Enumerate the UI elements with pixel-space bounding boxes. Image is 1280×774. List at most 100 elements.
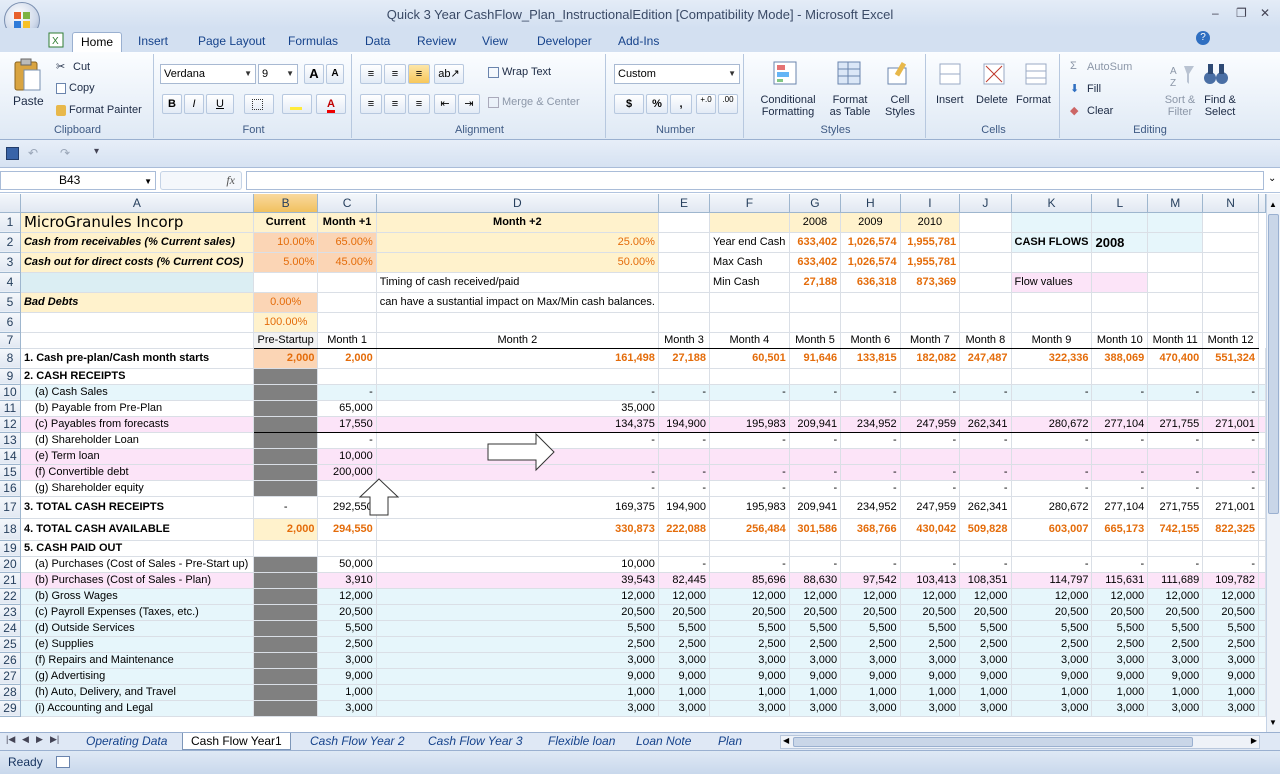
- sort-filter-button[interactable]: Sort & Filter: [1162, 94, 1198, 118]
- value-cell[interactable]: 108,351: [959, 572, 1012, 589]
- format-cells-icon[interactable]: [1022, 60, 1050, 88]
- value-cell[interactable]: 35,000: [376, 400, 659, 417]
- month-header-cell[interactable]: Month 2: [376, 332, 659, 349]
- value-cell[interactable]: [709, 540, 790, 557]
- cell[interactable]: [1258, 400, 1266, 417]
- value-cell[interactable]: 20,500: [1202, 604, 1259, 621]
- fill-button[interactable]: ⬇ Fill: [1070, 82, 1101, 96]
- row-header[interactable]: 6: [0, 312, 21, 333]
- value-cell[interactable]: 271,755: [1147, 415, 1204, 433]
- value-cell[interactable]: 20,500: [709, 604, 790, 621]
- value-cell[interactable]: 1,000: [376, 684, 659, 701]
- row-label-cell[interactable]: (f) Repairs and Maintenance: [20, 652, 254, 669]
- restore-button[interactable]: ❐: [1236, 6, 1247, 20]
- value-cell[interactable]: 2,500: [317, 636, 377, 653]
- value-cell[interactable]: -: [1091, 480, 1149, 497]
- value-cell[interactable]: 1,000: [1202, 684, 1259, 701]
- value-cell[interactable]: 12,000: [840, 588, 901, 605]
- value-cell[interactable]: -: [959, 432, 1012, 449]
- cell-styles-button[interactable]: Cell Styles: [880, 94, 920, 118]
- find-select-button[interactable]: Find & Select: [1202, 94, 1238, 118]
- value-cell[interactable]: 1,000: [789, 684, 842, 701]
- value-cell[interactable]: 3,000: [376, 652, 659, 669]
- value-cell[interactable]: 301,586: [789, 518, 842, 541]
- italic-button[interactable]: I: [184, 94, 204, 114]
- value-cell[interactable]: [658, 448, 711, 465]
- copy-button[interactable]: Copy: [56, 82, 95, 94]
- value-cell[interactable]: 1,000: [1147, 684, 1204, 701]
- value-cell[interactable]: 9,000: [900, 668, 961, 685]
- value-cell[interactable]: 3,000: [709, 652, 790, 669]
- value-cell[interactable]: -: [1011, 480, 1093, 497]
- format-as-table-icon[interactable]: [836, 60, 864, 88]
- value-cell[interactable]: -: [1091, 384, 1149, 401]
- sheet-tab-operating-data[interactable]: Operating Data: [78, 733, 175, 750]
- timing-note-cell[interactable]: Timing of cash received/paid: [376, 272, 659, 293]
- value-cell[interactable]: 12,000: [789, 588, 842, 605]
- value-cell[interactable]: 9,000: [1147, 668, 1204, 685]
- row-label-cell[interactable]: 1. Cash pre-plan/Cash month starts: [20, 348, 254, 369]
- cell[interactable]: [1258, 384, 1266, 401]
- value-cell[interactable]: -: [789, 464, 842, 481]
- value-cell[interactable]: -: [1011, 384, 1093, 401]
- cell[interactable]: [1202, 272, 1259, 293]
- value-cell[interactable]: -: [1147, 556, 1204, 573]
- value-cell[interactable]: 271,001: [1202, 415, 1259, 433]
- value-cell[interactable]: -: [1202, 464, 1259, 481]
- value-cell[interactable]: 256,484: [709, 518, 790, 541]
- worksheet-grid[interactable]: A B C D E F G H I J K L M N 1 MicroGranules Incorp Curre…: [0, 194, 1266, 732]
- value-cell[interactable]: -: [1011, 556, 1093, 573]
- paste-icon[interactable]: [12, 58, 42, 92]
- comma-button[interactable]: ,: [670, 94, 692, 114]
- month-header-cell[interactable]: Month 11: [1147, 332, 1204, 349]
- column-header[interactable]: A: [20, 194, 254, 213]
- underline-button[interactable]: U: [206, 94, 234, 114]
- value-cell[interactable]: 3,000: [376, 700, 659, 717]
- value-cell[interactable]: 3,000: [900, 652, 961, 669]
- row-label-cell[interactable]: (e) Supplies: [20, 636, 254, 653]
- cell[interactable]: [959, 312, 1012, 333]
- value-cell[interactable]: [253, 652, 319, 669]
- row-label-cell[interactable]: 2. CASH RECEIPTS: [20, 368, 254, 385]
- cell[interactable]: [658, 232, 711, 253]
- value-cell[interactable]: 9,000: [1011, 668, 1093, 685]
- column-header[interactable]: M: [1147, 194, 1204, 213]
- value-cell[interactable]: [253, 432, 319, 449]
- value-cell[interactable]: -: [709, 480, 790, 497]
- value-cell[interactable]: 3,910: [317, 572, 377, 589]
- value-cell[interactable]: 2,000: [253, 518, 319, 541]
- tab-view[interactable]: View: [474, 32, 516, 52]
- value-cell[interactable]: -: [840, 464, 901, 481]
- value-cell[interactable]: 133,815: [840, 348, 901, 369]
- value-cell[interactable]: 17,550: [317, 415, 377, 433]
- value-cell[interactable]: 2,500: [658, 636, 711, 653]
- row-header[interactable]: 10: [0, 384, 21, 401]
- cell[interactable]: [658, 212, 711, 233]
- cell[interactable]: [1258, 518, 1266, 541]
- month-header-cell[interactable]: Pre-Startup: [253, 332, 319, 349]
- value-cell[interactable]: [1091, 368, 1149, 385]
- cell[interactable]: [1258, 496, 1266, 519]
- value-cell[interactable]: 470,400: [1147, 348, 1204, 369]
- value-cell[interactable]: 5,500: [1091, 620, 1149, 637]
- row-label-cell[interactable]: (g) Advertising: [20, 668, 254, 685]
- binoculars-icon[interactable]: [1202, 60, 1230, 88]
- value-cell[interactable]: [1147, 448, 1204, 465]
- value-cell[interactable]: 234,952: [840, 415, 901, 433]
- align-center-button[interactable]: ≡: [384, 94, 406, 114]
- expand-formula-icon[interactable]: ⌄: [1268, 173, 1276, 184]
- max-cash-2009-cell[interactable]: 1,026,574: [840, 252, 901, 273]
- value-cell[interactable]: -: [900, 480, 961, 497]
- cell[interactable]: [840, 312, 901, 333]
- value-cell[interactable]: 277,104: [1091, 496, 1149, 519]
- cashout-current-cell[interactable]: 5.00%: [253, 252, 319, 273]
- cell[interactable]: [1258, 588, 1266, 605]
- currency-button[interactable]: $: [614, 94, 644, 114]
- value-cell[interactable]: [1091, 540, 1149, 557]
- tab-review[interactable]: Review: [409, 32, 464, 52]
- column-header[interactable]: B: [253, 194, 319, 213]
- value-cell[interactable]: 3,000: [1011, 652, 1093, 669]
- row-label-cell[interactable]: (d) Shareholder Loan: [20, 432, 254, 449]
- value-cell[interactable]: -: [900, 464, 961, 481]
- percent-button[interactable]: %: [646, 94, 668, 114]
